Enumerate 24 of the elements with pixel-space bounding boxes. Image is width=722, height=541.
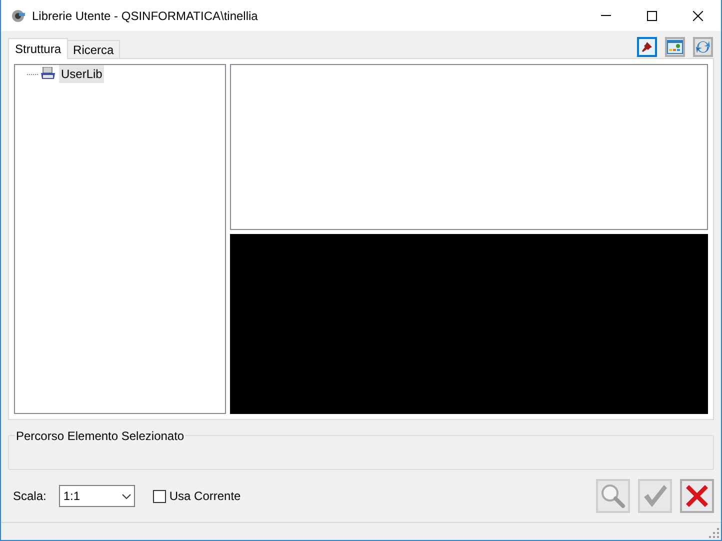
resize-grip-icon: [709, 528, 719, 538]
library-icon: [40, 67, 56, 81]
tab[interactable]: Struttura: [8, 38, 68, 59]
maximize-icon: [647, 10, 657, 20]
pushpin-icon: [641, 41, 653, 53]
toolbar-button[interactable]: [665, 37, 685, 57]
minimize-icon: [601, 15, 611, 16]
toolbar-button[interactable]: [637, 37, 657, 57]
action-button[interactable]: [680, 479, 714, 513]
chevron-down-icon: [122, 494, 132, 498]
image-icon: [667, 40, 683, 54]
app-icon: [10, 8, 26, 24]
refresh-icon: [695, 39, 711, 55]
tree-item[interactable]: UserLib: [59, 65, 104, 83]
toolbar-button[interactable]: [693, 37, 713, 57]
use-current-checkbox[interactable]: Usa Corrente: [153, 487, 241, 505]
tab[interactable]: Ricerca: [68, 40, 120, 58]
scale-label: Scala:: [13, 488, 46, 505]
scale-dropdown[interactable]: 1:1: [59, 485, 136, 507]
checkmark-icon: [642, 484, 668, 508]
close-icon: [693, 10, 703, 20]
close-icon: [685, 484, 709, 508]
search-icon: [600, 483, 626, 509]
window-title: Librerie Utente - QSINFORMATICA\tinellia: [32, 8, 258, 24]
